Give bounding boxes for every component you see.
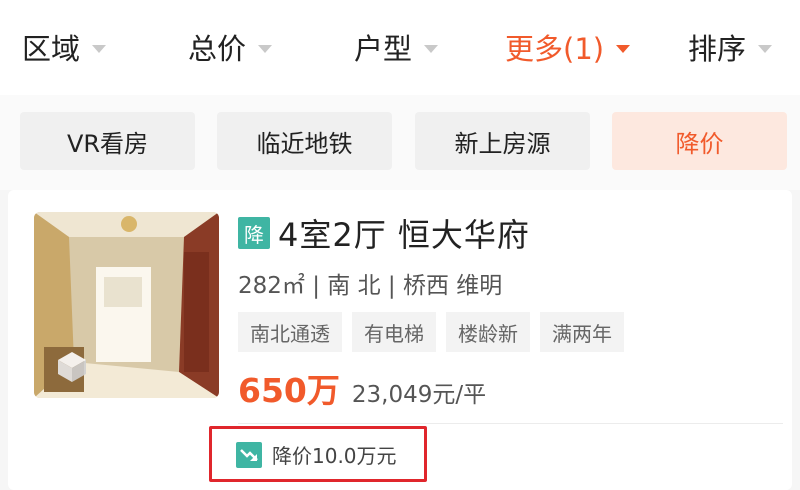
listing-card[interactable]: 降 4室2厅 恒大华府 282㎡ | 南 北 | 桥西 维明 南北通透 有电梯 … <box>8 190 792 490</box>
listing-title[interactable]: 4室2厅 恒大华府 <box>278 210 530 256</box>
listing-meta: 282㎡ | 南 北 | 桥西 维明 <box>238 273 503 299</box>
price-row: 650万 23,049元/平 <box>238 364 486 412</box>
chevron-down-icon <box>258 45 273 53</box>
chip-near-subway[interactable]: 临近地铁 <box>217 112 392 170</box>
filter-bar: 区域 总价 户型 更多(1) 排序 <box>0 0 800 95</box>
divider <box>238 423 783 424</box>
listing-tag: 南北通透 <box>238 312 342 352</box>
chevron-down-icon <box>92 45 107 53</box>
quick-filter-chips: VR看房 临近地铁 新上房源 降价 <box>0 95 800 190</box>
filter-layout-label: 户型 <box>354 32 413 66</box>
filter-layout[interactable]: 户型 <box>354 22 439 72</box>
filter-area-label: 区域 <box>22 32 81 66</box>
price-drop-badge: 降 <box>238 217 270 249</box>
total-price: 650万 <box>238 371 340 410</box>
listing-tag: 楼龄新 <box>446 312 530 352</box>
filter-more[interactable]: 更多(1) <box>505 22 631 72</box>
listing-photo[interactable] <box>34 212 219 398</box>
vr-cube-icon <box>58 352 86 382</box>
chip-vr-viewing[interactable]: VR看房 <box>20 112 195 170</box>
filter-sort-label: 排序 <box>688 32 747 66</box>
chevron-down-icon <box>758 45 773 53</box>
filter-sort[interactable]: 排序 <box>688 22 773 72</box>
filter-total-price-label: 总价 <box>188 32 247 66</box>
chevron-down-icon <box>424 45 439 53</box>
filter-more-label: 更多(1) <box>505 32 605 66</box>
filter-area[interactable]: 区域 <box>22 22 107 72</box>
unit-price: 23,049元/平 <box>351 382 487 408</box>
listing-tag: 满两年 <box>540 312 624 352</box>
chip-new-listings[interactable]: 新上房源 <box>415 112 590 170</box>
listing-tags: 南北通透 有电梯 楼龄新 满两年 <box>238 312 624 352</box>
listing-tag: 有电梯 <box>352 312 436 352</box>
filter-total-price[interactable]: 总价 <box>188 22 273 72</box>
highlight-annotation <box>209 426 427 482</box>
chip-price-reduced[interactable]: 降价 <box>612 112 787 170</box>
listing-title-row: 降 4室2厅 恒大华府 <box>238 212 530 254</box>
chevron-down-icon <box>616 45 631 53</box>
